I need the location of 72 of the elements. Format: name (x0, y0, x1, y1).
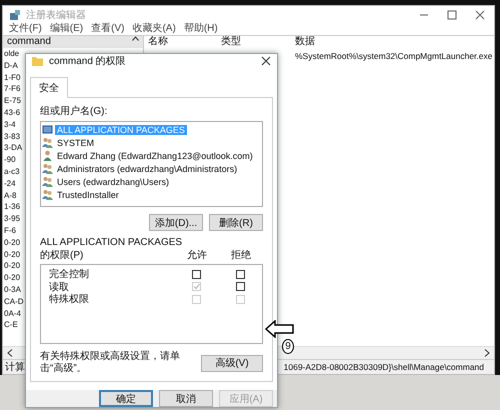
window-title: 注册表编辑器 (26, 8, 86, 22)
tree-item[interactable]: 1-36 (4, 202, 20, 212)
tree-item[interactable]: -24 (4, 178, 16, 188)
menu-item[interactable]: 查看(V) (91, 23, 124, 35)
user-icon (42, 150, 53, 161)
tree-item[interactable]: 0-20 (4, 261, 20, 270)
advanced-button[interactable]: 高级(V) (201, 354, 263, 372)
dialog-button[interactable]: 确定 (99, 390, 153, 407)
menu-item[interactable]: 收藏夹(A) (132, 23, 176, 35)
status-path: 1069-A2D8-08002B30309D}\shell\Manage\command (284, 362, 484, 372)
tree-item[interactable]: E-75 (4, 96, 21, 106)
group-label: 组或用户名(G): (40, 106, 108, 117)
tree-item[interactable]: 7-F6 (4, 84, 20, 94)
action-button[interactable]: 添加(D)... (149, 214, 203, 231)
permissions-heading: ALL APPLICATION PACKAGES (40, 237, 182, 248)
status-text: 计算 (5, 360, 25, 374)
tree-item[interactable]: olde (4, 49, 20, 58)
menu-item[interactable]: 文件(F) (9, 23, 42, 35)
tree-item[interactable]: A-8 (4, 190, 16, 200)
tree-item[interactable]: 3-DA (4, 143, 22, 152)
tree-item[interactable]: 0-20 (4, 250, 20, 259)
permission-name: 完全控制 (49, 268, 90, 281)
tab[interactable]: 安全 (30, 77, 68, 98)
tree-item[interactable]: 3-95 (4, 214, 20, 224)
tree-item[interactable]: 0A-4 (4, 308, 21, 318)
tree-item[interactable]: 3-4 (4, 120, 16, 129)
advanced-note: 有关特殊权限或高级设置，请单击“高级”。 (40, 351, 181, 375)
app-icon (9, 8, 21, 20)
folder-icon (32, 56, 43, 66)
tree-item[interactable]: -90 (4, 155, 16, 164)
permissions-label: 的权限(P) (40, 248, 84, 262)
list-item[interactable]: Edward Zhang (EdwardZhang123@outlook.com) (55, 150, 255, 160)
list-item[interactable]: SYSTEM (55, 138, 96, 148)
users-icon (42, 163, 53, 174)
scroll-up-icon[interactable] (132, 36, 139, 41)
tree-item[interactable]: 0-3A (4, 284, 21, 294)
checkbox[interactable] (236, 282, 244, 291)
tree-item[interactable]: CA-D (4, 296, 24, 306)
action-button[interactable]: 删除(R) (209, 214, 263, 231)
value-data: %SystemRoot%\system32\CompMgmtLauncher.exe (295, 50, 494, 62)
tree-item[interactable]: a-c3 (4, 166, 20, 176)
column-header[interactable]: 名称 (148, 36, 221, 48)
permission-name: 特殊权限 (49, 292, 90, 306)
column-header[interactable]: 数据 (295, 36, 494, 48)
checkbox[interactable] (192, 270, 200, 278)
users-icon (42, 137, 53, 148)
menu-item[interactable]: 帮助(H) (184, 23, 218, 35)
tree-item[interactable]: C-E (4, 320, 18, 330)
menu-item[interactable]: 编辑(E) (50, 23, 84, 35)
tree-item[interactable]: 0-20 (4, 273, 20, 282)
column-header: 拒绝 (230, 248, 252, 262)
list-item[interactable]: Administrators (edwardzhang\Administrators) (55, 164, 240, 174)
close-icon[interactable] (261, 56, 271, 66)
scroll-left-icon[interactable] (7, 349, 13, 357)
users-icon (42, 189, 53, 200)
tree-item[interactable]: D-A (4, 60, 18, 70)
tree-item[interactable]: F-6 (4, 226, 16, 235)
column-header: 允许 (186, 248, 208, 262)
tree-item[interactable]: 3-83 (4, 132, 20, 141)
column-header[interactable]: 类型 (221, 36, 295, 48)
scroll-right-icon[interactable] (484, 349, 490, 357)
dialog-title: command 的权限 (49, 54, 126, 68)
dialog-button[interactable]: 取消 (159, 390, 213, 407)
tree-item[interactable]: 1-F0 (4, 72, 20, 82)
list-item[interactable]: TrustedInstaller (55, 190, 121, 200)
checkbox[interactable] (236, 270, 244, 278)
tree-item[interactable]: 43-6 (4, 108, 20, 117)
users-icon (42, 176, 53, 187)
tree-item[interactable]: 0-20 (4, 238, 20, 247)
package-icon (42, 124, 53, 135)
permission-name: 读取 (49, 280, 70, 294)
list-item[interactable]: Users (edwardzhang\Users) (55, 176, 172, 186)
